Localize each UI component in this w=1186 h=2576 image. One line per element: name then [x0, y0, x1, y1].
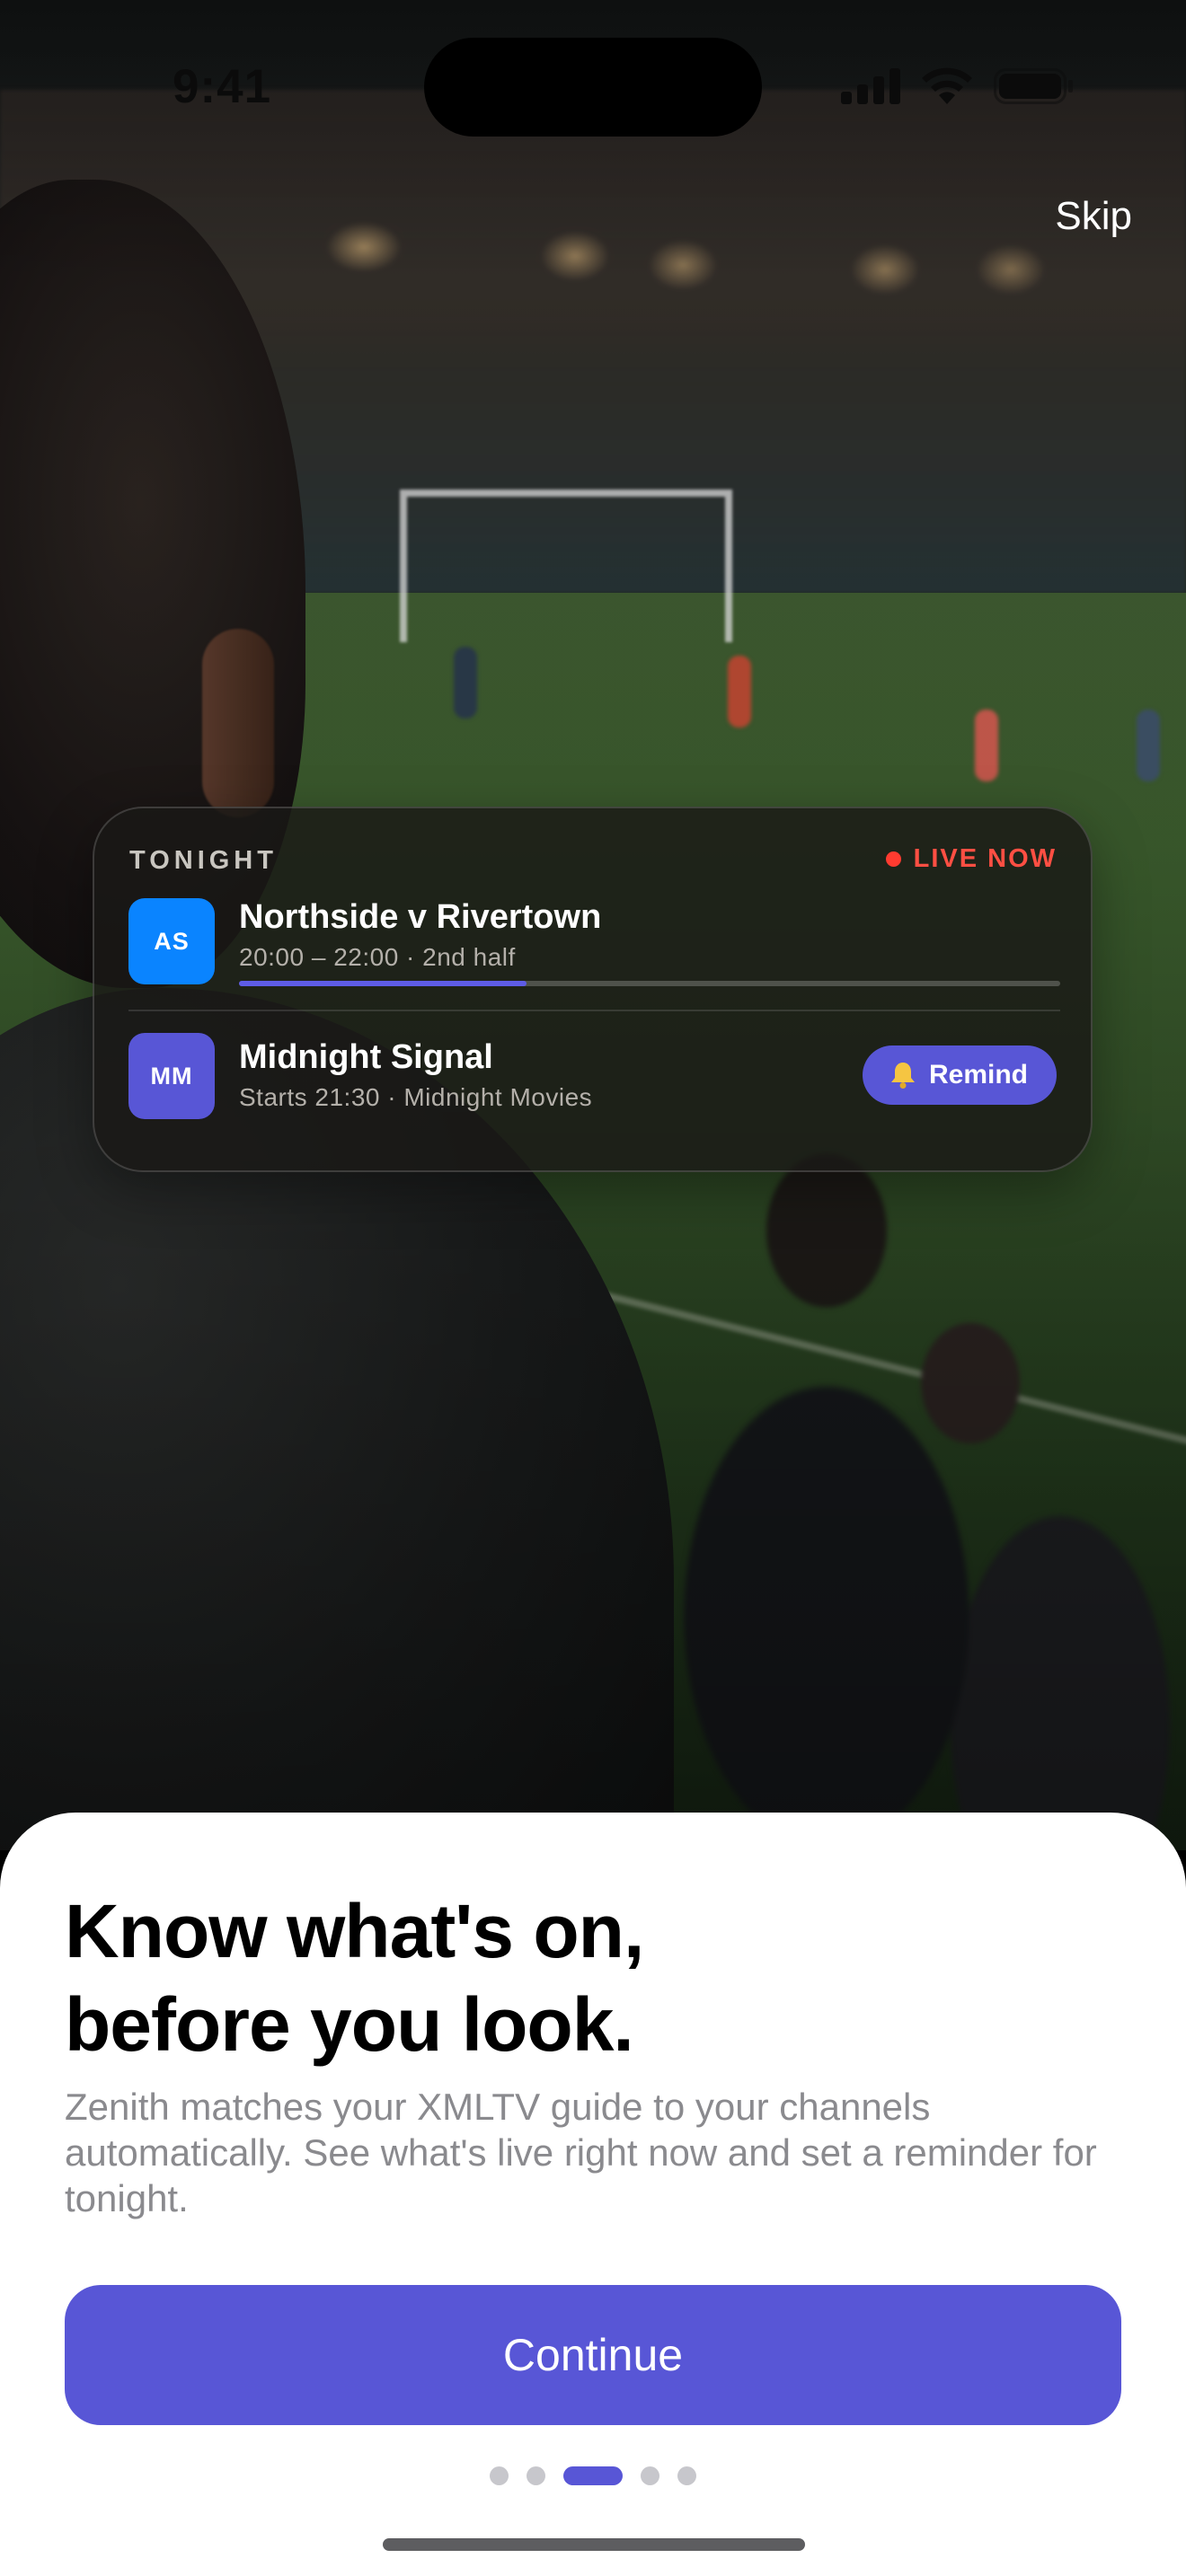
- progress-fill: [239, 981, 527, 986]
- page-dot[interactable]: [677, 2466, 696, 2485]
- headline: Know what's on, before you look.: [65, 1884, 644, 2071]
- remind-label: Remind: [928, 1060, 1028, 1090]
- home-indicator[interactable]: [383, 2538, 805, 2551]
- clock: 9:41: [173, 60, 272, 113]
- remind-button[interactable]: Remind: [862, 1045, 1057, 1105]
- page-dot[interactable]: [527, 2466, 545, 2485]
- live-now-label: LIVE NOW: [913, 844, 1057, 873]
- page-dot-active[interactable]: [563, 2466, 623, 2485]
- progress-bar: [239, 981, 1060, 986]
- live-now-indicator: LIVE NOW: [885, 844, 1057, 874]
- section-label: TONIGHT: [129, 846, 278, 875]
- channel-badge: MM: [128, 1033, 215, 1119]
- program-title: Northside v Rivertown: [239, 898, 602, 936]
- continue-button[interactable]: Continue: [65, 2285, 1121, 2425]
- live-dot-icon: [885, 851, 901, 867]
- tonight-guide-card: TONIGHT LIVE NOW AS Northside v Rivertow…: [93, 807, 1093, 1172]
- channel-badge: AS: [128, 898, 215, 984]
- status-bar: 9:41: [0, 0, 1186, 171]
- battery-icon: [994, 68, 1073, 104]
- page-dot[interactable]: [641, 2466, 659, 2485]
- headline-line-2: before you look.: [65, 1982, 634, 2067]
- cellular-signal-icon: [841, 66, 900, 104]
- headline-line-1: Know what's on,: [65, 1889, 644, 1973]
- bell-icon: [890, 1063, 915, 1089]
- skip-button[interactable]: Skip: [1055, 194, 1132, 239]
- wifi-icon: [922, 67, 972, 104]
- divider: [128, 1010, 1060, 1011]
- onboarding-sheet: Know what's on, before you look. Zenith …: [0, 1813, 1186, 2576]
- body-text: Zenith matches your XMLTV guide to your …: [65, 2086, 1097, 2219]
- page-indicator: [0, 2466, 1186, 2485]
- page-dot[interactable]: [490, 2466, 509, 2485]
- program-subtitle: 20:00 – 22:00 · 2nd half: [239, 943, 516, 971]
- program-subtitle: Starts 21:30 · Midnight Movies: [239, 1083, 593, 1111]
- dynamic-island: [424, 38, 762, 137]
- program-title: Midnight Signal: [239, 1038, 493, 1076]
